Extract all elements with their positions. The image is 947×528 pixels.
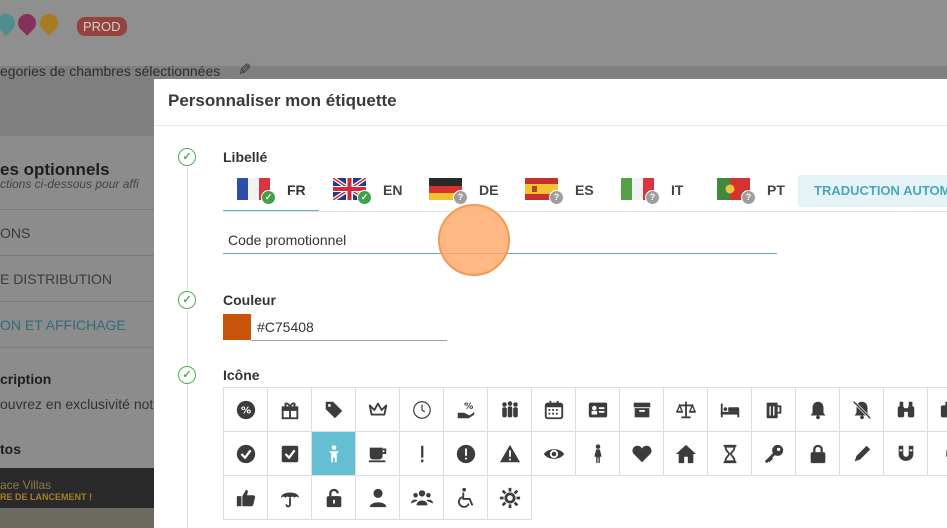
photos-title: tos (0, 441, 21, 457)
balance-scale-icon[interactable] (663, 387, 708, 432)
label-section-title: Libellé (223, 149, 268, 165)
description-text: ouvrez en exclusivité notr (0, 396, 158, 412)
color-hex-input[interactable]: #C75408 (251, 314, 447, 341)
color-swatch[interactable] (223, 314, 251, 340)
exclamation-icon[interactable] (399, 431, 444, 476)
tab-label: PT (767, 182, 785, 198)
map-pin-icon (0, 10, 19, 36)
translated-check-icon: ✓ (357, 190, 372, 205)
wheelchair-icon[interactable] (443, 475, 488, 520)
users-icon[interactable] (399, 475, 444, 520)
nav-item-active[interactable]: ON ET AFFICHAGE (0, 301, 154, 348)
pencil-icon[interactable] (839, 431, 884, 476)
icon-section-title: Icône (223, 367, 260, 383)
female-icon[interactable] (575, 431, 620, 476)
icon-row: % % (223, 387, 947, 432)
selected-room-categories: egories de chambres sélectionnées (0, 63, 221, 79)
gift-icon[interactable] (267, 387, 312, 432)
step-connector (187, 384, 188, 528)
svg-text:%: % (464, 401, 473, 412)
icon-row (223, 475, 947, 520)
check-square-icon[interactable] (267, 431, 312, 476)
missing-translation-icon: ? (741, 190, 756, 205)
divider (0, 347, 154, 348)
auto-translate-button[interactable]: TRADUCTION AUTOM (798, 175, 947, 207)
icon-picker-grid: % % (223, 387, 947, 520)
hand-percent-icon[interactable]: % (443, 387, 488, 432)
id-card-icon[interactable] (575, 387, 620, 432)
missing-translation-icon: ? (645, 190, 660, 205)
photo-caption: ace Villas (0, 478, 52, 492)
photo-strip (0, 508, 154, 528)
tabs-divider (223, 211, 947, 212)
map-pin-icon (36, 10, 62, 36)
missing-translation-icon: ? (453, 190, 468, 205)
coffee-icon[interactable] (355, 431, 400, 476)
step-complete-icon: ✓ (178, 291, 196, 309)
check-circle-icon[interactable] (223, 431, 268, 476)
tag-icon[interactable] (311, 387, 356, 432)
nav-item[interactable]: ONS (0, 209, 154, 256)
svg-text:%: % (240, 405, 250, 416)
tab-label: IT (671, 182, 684, 198)
map-pin-icon (14, 10, 40, 36)
bell-icon[interactable] (795, 387, 840, 432)
tab-es[interactable]: ? ES (511, 174, 607, 212)
tab-fr[interactable]: ✓ FR (223, 174, 319, 212)
tab-label: DE (479, 182, 499, 198)
bell-slash-icon[interactable] (839, 387, 884, 432)
step-complete-icon: ✓ (178, 148, 196, 166)
translated-check-icon: ✓ (261, 190, 276, 205)
eye-icon[interactable] (531, 431, 576, 476)
percent-badge-icon[interactable]: % (223, 387, 268, 432)
modal-title: Personnaliser mon étiquette (168, 91, 397, 110)
magnet-icon[interactable] (883, 431, 928, 476)
customize-label-modal: Personnaliser mon étiquette ✓ Libellé ✓ … (154, 79, 947, 528)
step-connector (187, 167, 188, 297)
nav-item[interactable]: E DISTRIBUTION (0, 255, 154, 302)
tab-label: FR (287, 182, 306, 198)
user-icon[interactable] (355, 475, 400, 520)
edit-icon[interactable]: ✎ (238, 60, 251, 80)
cursor-highlight (438, 204, 510, 276)
tab-label: ES (575, 182, 594, 198)
step-connector (187, 310, 188, 372)
tab-en[interactable]: ✓ EN (319, 174, 415, 212)
environment-badge: PROD (77, 17, 127, 36)
warning-icon[interactable] (487, 431, 532, 476)
umbrella-icon[interactable] (267, 475, 312, 520)
crown-icon[interactable] (355, 387, 400, 432)
thumbs-up-icon[interactable] (223, 475, 268, 520)
key-icon[interactable] (751, 431, 796, 476)
step-complete-icon: ✓ (178, 366, 196, 384)
section-subheading: ctions ci-dessous pour affi (0, 177, 139, 191)
archive-icon[interactable] (619, 387, 664, 432)
divider (154, 125, 947, 126)
clock-icon[interactable] (399, 387, 444, 432)
description-title: cription (0, 371, 52, 387)
tab-pt[interactable]: ? PT (703, 174, 799, 212)
unlock-icon[interactable] (311, 475, 356, 520)
home-icon[interactable] (663, 431, 708, 476)
beer-mug-icon[interactable] (751, 387, 796, 432)
color-section-title: Couleur (223, 292, 276, 308)
sun-gear-icon[interactable] (487, 475, 532, 520)
icon-row (223, 431, 947, 476)
group-icon[interactable] (487, 387, 532, 432)
male-icon[interactable] (927, 431, 947, 476)
tab-it[interactable]: ? IT (607, 174, 703, 212)
bed-icon[interactable] (707, 387, 752, 432)
child-icon[interactable] (311, 431, 356, 476)
tab-label: EN (383, 182, 403, 198)
hourglass-icon[interactable] (707, 431, 752, 476)
exclamation-circle-icon[interactable] (443, 431, 488, 476)
top-bar: PROD (0, 0, 947, 66)
lock-icon[interactable] (795, 431, 840, 476)
binoculars-icon[interactable] (883, 387, 928, 432)
calendar-icon[interactable] (531, 387, 576, 432)
photo-caption: RE DE LANCEMENT ! (0, 492, 92, 502)
heart-icon[interactable] (619, 431, 664, 476)
briefcase-icon[interactable] (927, 387, 947, 432)
missing-translation-icon: ? (549, 190, 564, 205)
